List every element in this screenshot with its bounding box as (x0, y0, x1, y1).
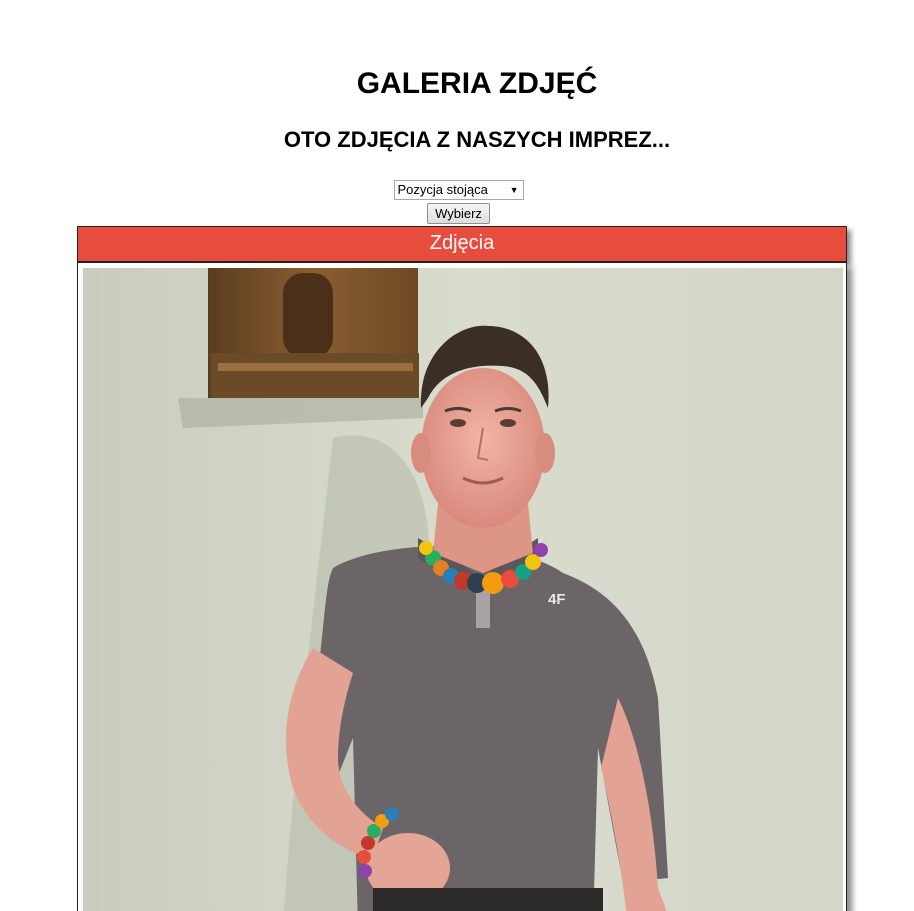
choose-button[interactable]: Wybierz (427, 203, 490, 224)
shirt-logo: 4F (548, 591, 566, 608)
page-title: GALERIA ZDJĘĆ (356, 67, 598, 100)
filter-form: Pozycja stojąca ▼ Wybierz (0, 180, 914, 224)
position-select[interactable]: Pozycja stojąca ▼ (393, 180, 524, 200)
gallery-photo[interactable]: 4F (83, 268, 843, 911)
photo-frame: 4F (77, 262, 847, 911)
photo-image: 4F (83, 268, 843, 911)
dropdown-arrow-icon: ▼ (509, 185, 519, 195)
page-subtitle: OTO ZDJĘCIA Z NASZYCH IMPREZ... (283, 127, 671, 152)
position-select-value: Pozycja stojąca (397, 182, 488, 197)
gallery-header: Zdjęcia (77, 226, 847, 262)
page: GALERIA ZDJĘĆ OTO ZDJĘCIA Z NASZYCH IMPR… (0, 0, 914, 911)
